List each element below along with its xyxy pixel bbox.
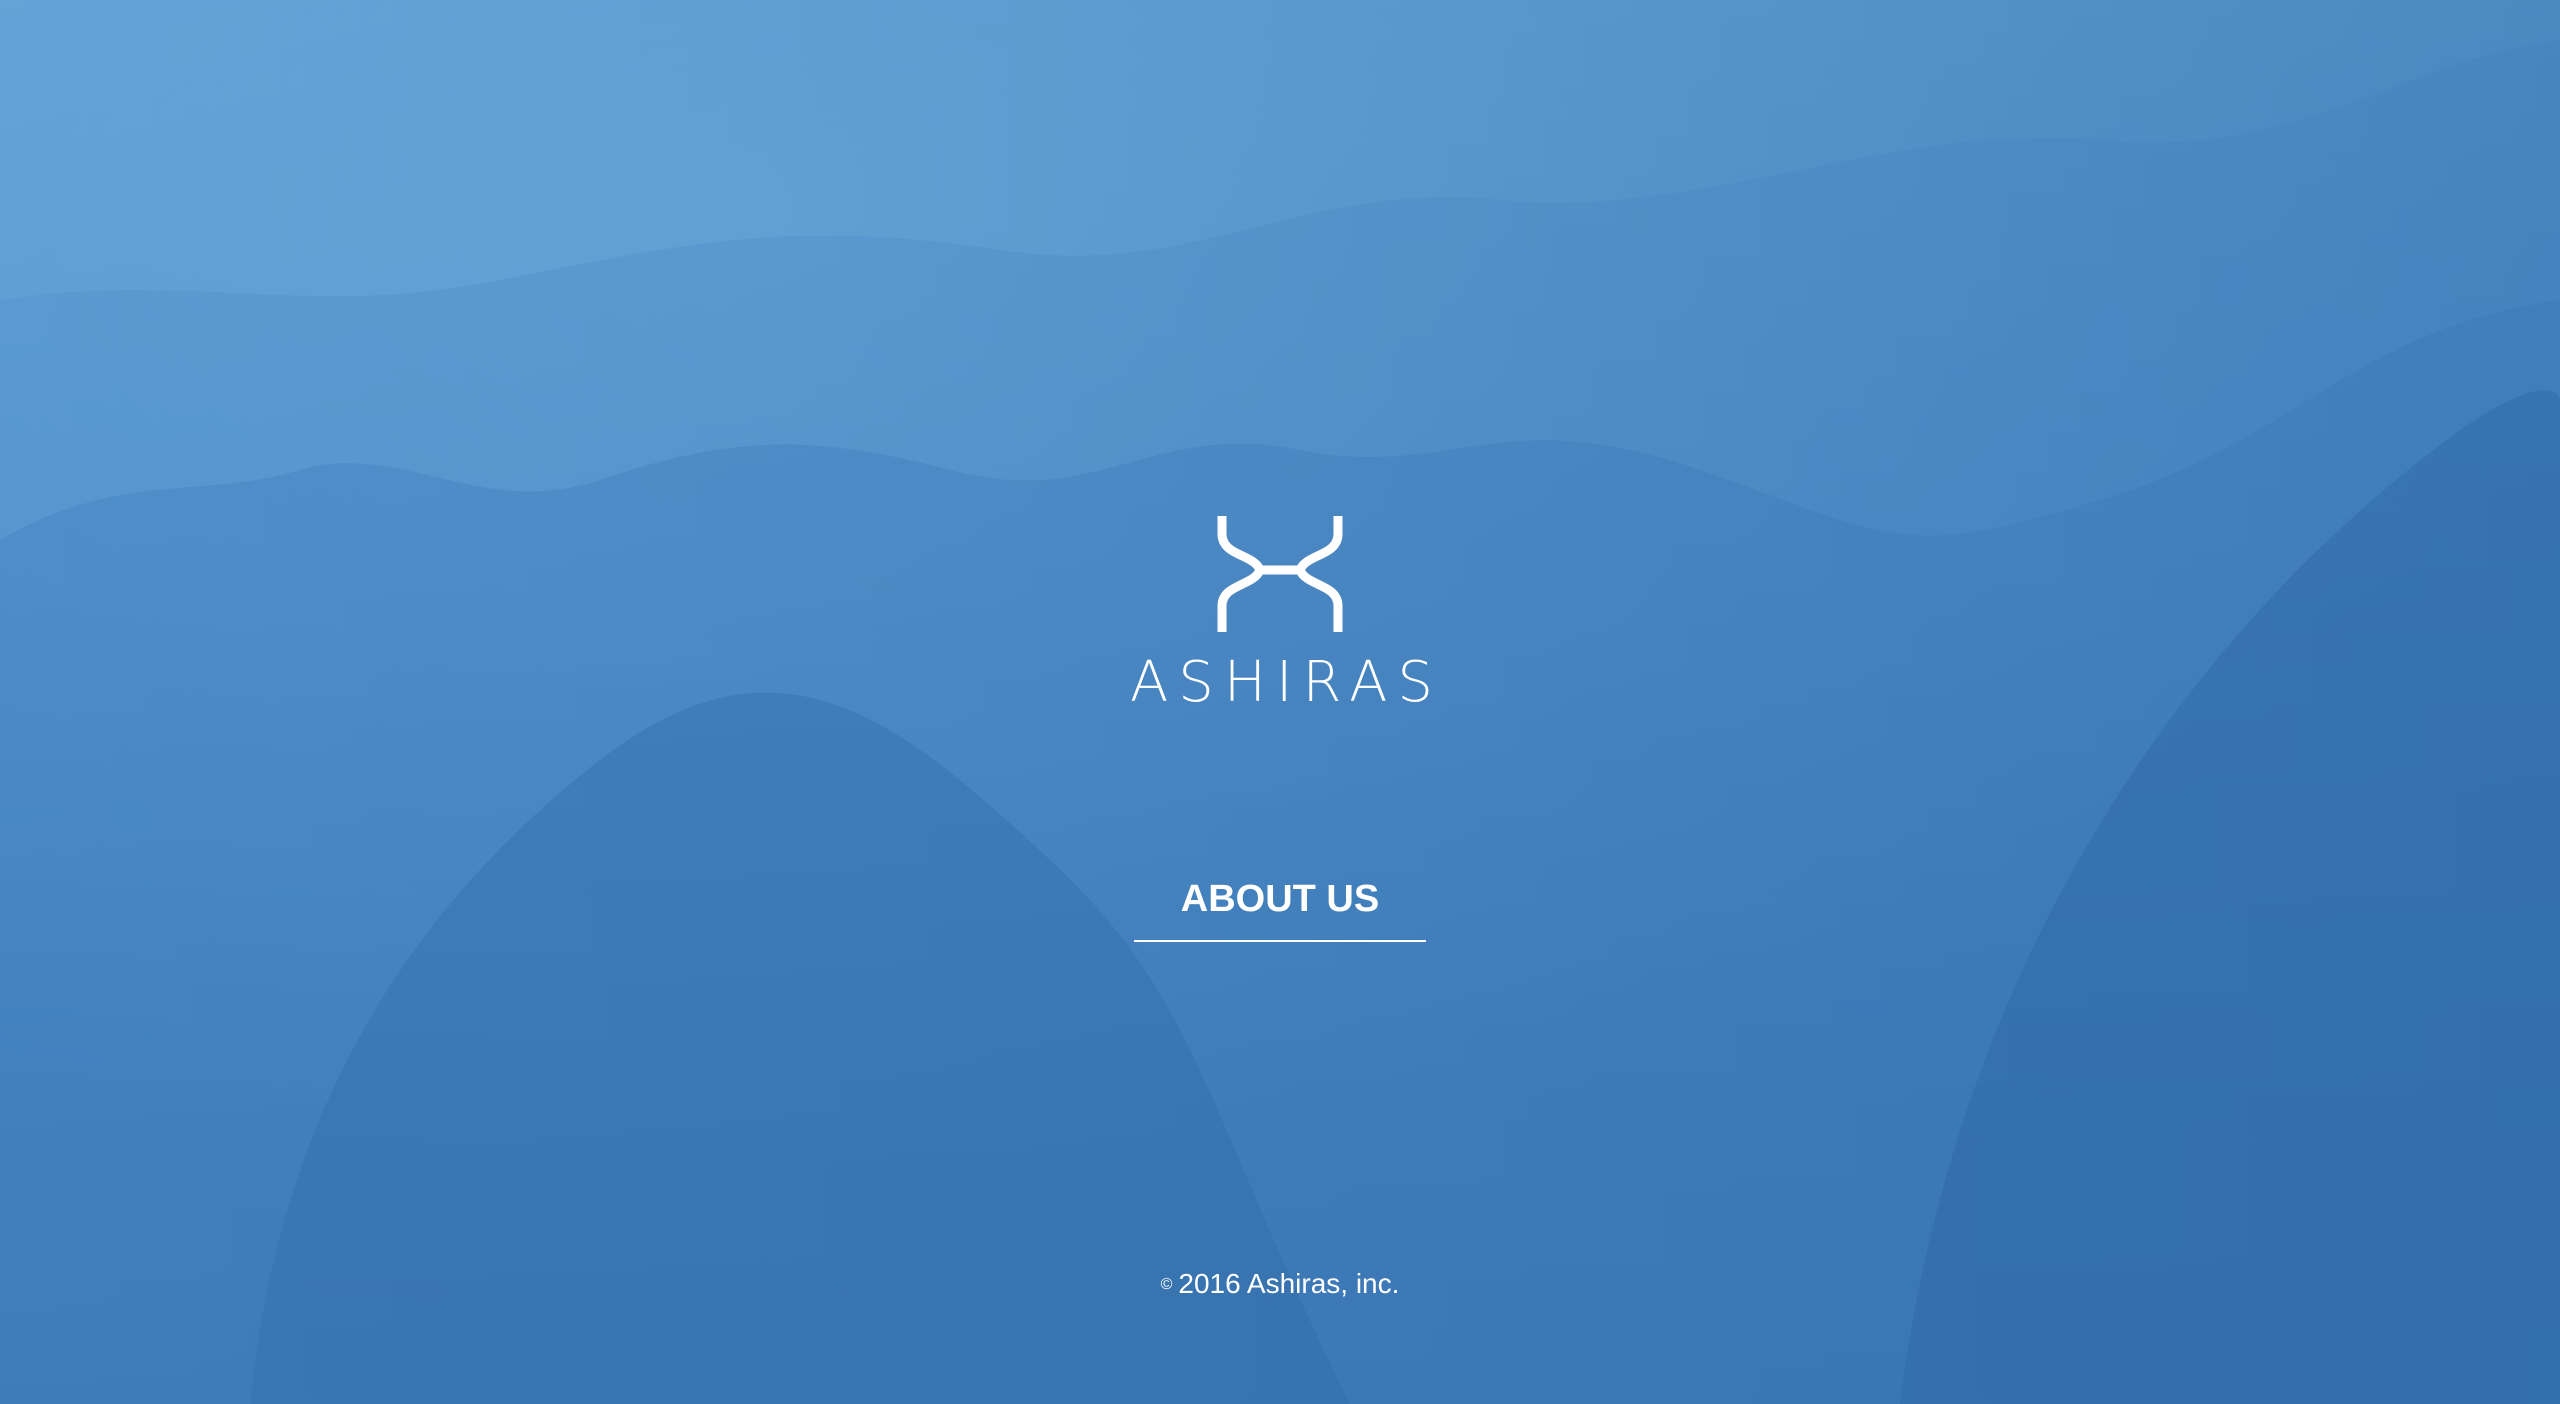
copyright-text: 2016 Ashiras, inc. [1178,1268,1400,1299]
footer-copyright: © 2016 Ashiras, inc. [1080,1262,1480,1307]
landing-content: ASHIRAS ABOUT US © 2016 Ashiras, inc. [0,0,2560,1404]
ashiras-mark-icon [1217,516,1343,632]
about-us-link[interactable]: ABOUT US [1134,868,1426,942]
brand-name: ASHIRAS [1130,650,1443,715]
copyright-symbol: © [1160,1276,1173,1293]
